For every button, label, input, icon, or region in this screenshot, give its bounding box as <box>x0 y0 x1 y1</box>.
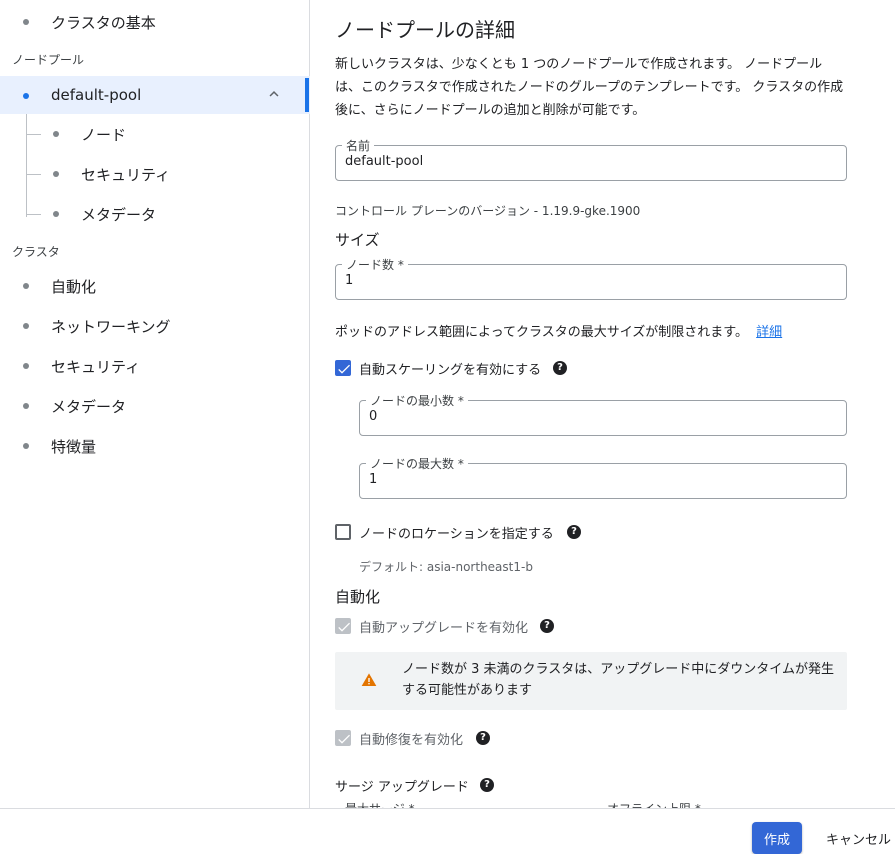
nav-item-nodes[interactable]: ノード <box>0 114 310 154</box>
cancel-button[interactable]: キャンセル <box>818 822 895 854</box>
autoscale-checkbox[interactable] <box>335 360 351 376</box>
auto-upgrade-label: 自動アップグレードを有効化 <box>359 621 529 636</box>
node-count-field[interactable]: ノード数 * <box>335 256 847 300</box>
help-icon[interactable]: ? <box>476 731 490 745</box>
pod-range-note: ポッドのアドレス範囲によってクラスタの最大サイズが制限されます。 詳細 <box>335 321 782 340</box>
warning-text: ノード数が 3 未満のクラスタは、アップグレード中にダウンタイムが発生する可能性… <box>402 662 835 698</box>
bullet-icon <box>23 283 29 289</box>
nav-item-label: セキュリティ <box>81 165 171 184</box>
min-nodes-label: ノードの最小数 * <box>366 392 468 409</box>
nav-item-label: 自動化 <box>51 277 97 296</box>
name-field-label: 名前 <box>342 137 375 154</box>
page-title: ノードプールの詳細 <box>335 18 515 42</box>
nav-item-pool-security[interactable]: セキュリティ <box>0 154 310 194</box>
chevron-up-icon[interactable] <box>265 85 283 103</box>
bullet-icon <box>23 323 29 329</box>
nav-item-cluster-metadata[interactable]: メタデータ <box>0 386 310 426</box>
nav-item-label: メタデータ <box>51 397 127 416</box>
nav-item-pool-metadata[interactable]: メタデータ <box>0 194 310 234</box>
check-icon <box>338 364 350 374</box>
nav-item-label: クラスタの基本 <box>51 13 156 32</box>
active-indicator <box>305 78 309 112</box>
nav-item-cluster-basics[interactable]: クラスタの基本 <box>0 2 310 42</box>
section-label-node-pool: ノードプール <box>12 53 85 67</box>
bullet-icon <box>23 403 29 409</box>
bullet-icon <box>23 93 29 99</box>
help-icon[interactable]: ? <box>567 525 581 539</box>
default-location: デフォルト: asia-northeast1-b <box>359 560 533 574</box>
action-bar: 作成 キャンセル <box>0 808 895 854</box>
nav-item-automation[interactable]: 自動化 <box>0 266 310 306</box>
bullet-icon <box>53 211 59 217</box>
max-nodes-field[interactable]: ノードの最大数 * <box>359 455 847 499</box>
nav-item-label: セキュリティ <box>51 357 141 376</box>
nav-item-networking[interactable]: ネットワーキング <box>0 306 310 346</box>
bullet-icon <box>23 363 29 369</box>
bullet-icon <box>53 131 59 137</box>
warning-icon <box>361 673 377 686</box>
name-input[interactable] <box>345 154 804 169</box>
node-count-input[interactable] <box>345 273 804 288</box>
help-icon[interactable]: ? <box>540 619 554 633</box>
bullet-icon <box>23 19 29 25</box>
nav-item-label: 特徴量 <box>51 437 97 456</box>
autoscale-label: 自動スケーリングを有効にする <box>359 363 542 378</box>
node-locations-label: ノードのロケーションを指定する <box>359 527 554 542</box>
min-nodes-field[interactable]: ノードの最小数 * <box>359 392 847 436</box>
max-nodes-input[interactable] <box>369 472 807 487</box>
learn-more-link[interactable]: 詳細 <box>756 325 782 340</box>
auto-upgrade-checkbox[interactable] <box>335 618 351 634</box>
max-nodes-label: ノードの最大数 * <box>366 455 468 472</box>
node-pool-details-panel: ノードプールの詳細 新しいクラスタは、少なくとも 1 つのノードプールで作成され… <box>311 0 895 808</box>
control-plane-version: コントロール プレーンのバージョン - 1.19.9-gke.1900 <box>335 204 641 218</box>
nav-item-label: ノード <box>81 125 127 144</box>
check-icon <box>338 734 350 744</box>
auto-repair-label: 自動修復を有効化 <box>359 733 464 748</box>
nav-item-label: default-pool <box>51 86 142 104</box>
help-icon[interactable]: ? <box>553 361 567 375</box>
bullet-icon <box>23 443 29 449</box>
nav-item-cluster-security[interactable]: セキュリティ <box>0 346 310 386</box>
pod-range-text: ポッドのアドレス範囲によってクラスタの最大サイズが制限されます。 <box>335 325 749 340</box>
check-icon <box>338 622 350 632</box>
nav-item-features[interactable]: 特徴量 <box>0 426 310 466</box>
surge-upgrade-heading: サージ アップグレード <box>335 780 469 795</box>
nav-item-label: ネットワーキング <box>51 317 171 336</box>
section-label-cluster: クラスタ <box>12 245 60 259</box>
node-count-label: ノード数 * <box>342 256 408 273</box>
warning-banner: ノード数が 3 未満のクラスタは、アップグレード中にダウンタイムが発生する可能性… <box>335 652 847 710</box>
min-nodes-input[interactable] <box>369 409 807 424</box>
nav-item-label: メタデータ <box>81 205 157 224</box>
auto-repair-checkbox[interactable] <box>335 730 351 746</box>
bullet-icon <box>53 171 59 177</box>
sidebar-nav: クラスタの基本 ノードプール default-pool ノード セキュリティ メ… <box>0 0 310 808</box>
max-surge-label: 最大サージ * <box>345 800 415 808</box>
name-field[interactable]: 名前 <box>335 137 847 181</box>
max-unavailable-label: オフライン上限 * <box>607 800 701 808</box>
nav-item-default-pool[interactable]: default-pool <box>0 76 310 114</box>
node-locations-checkbox[interactable] <box>335 524 351 540</box>
page-description: 新しいクラスタは、少なくとも 1 つのノードプールで作成されます。 ノードプール… <box>335 57 844 118</box>
automation-heading: 自動化 <box>335 588 381 606</box>
create-button[interactable]: 作成 <box>752 822 802 854</box>
help-icon[interactable]: ? <box>480 778 494 792</box>
size-heading: サイズ <box>335 231 380 249</box>
